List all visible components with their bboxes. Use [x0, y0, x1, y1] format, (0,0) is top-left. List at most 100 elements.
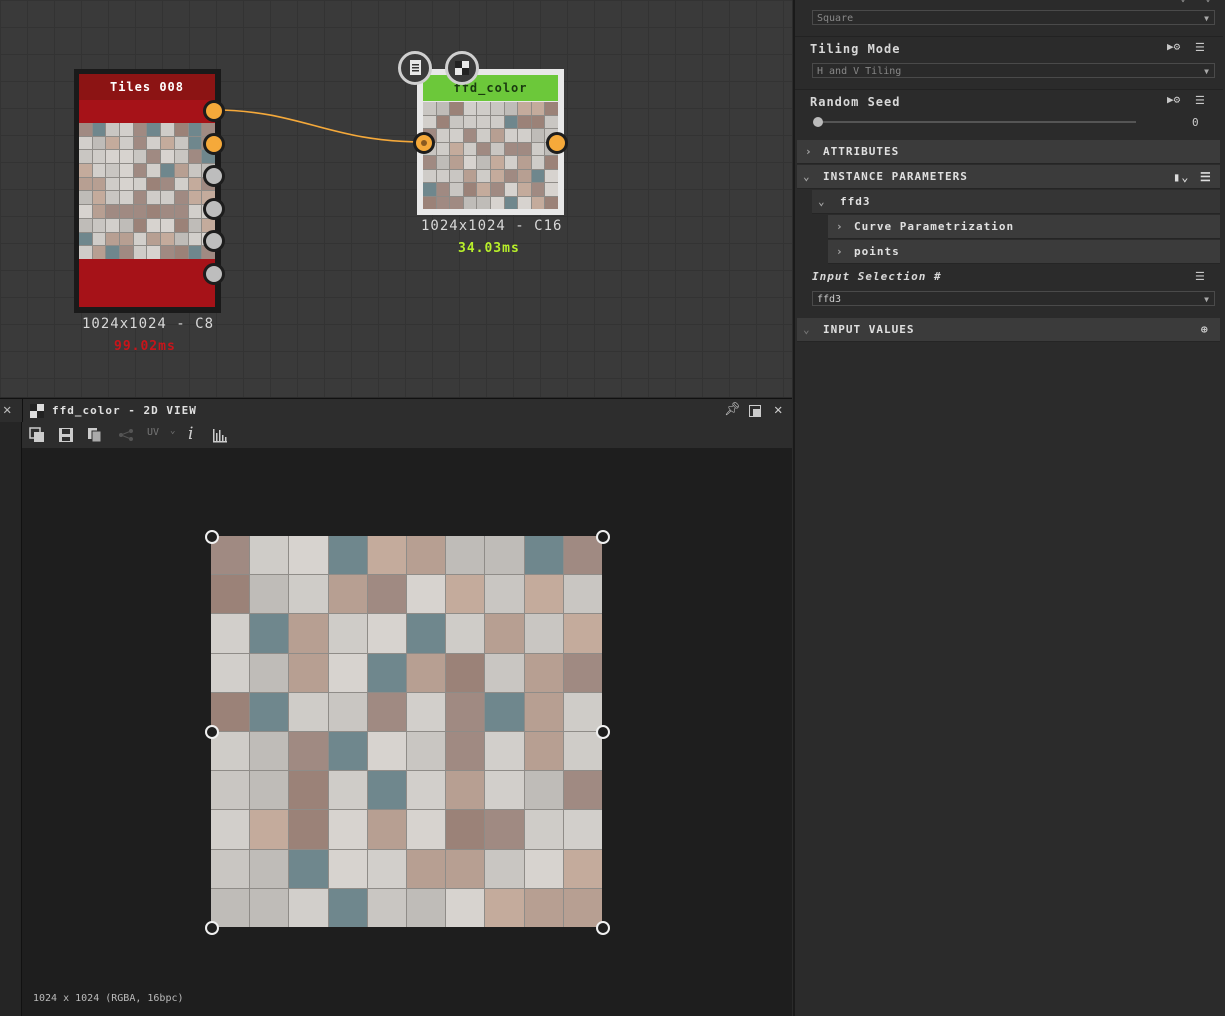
save-icon[interactable]	[58, 427, 74, 443]
tile	[250, 732, 289, 771]
tile	[518, 169, 531, 182]
tile	[518, 115, 531, 128]
document-icon[interactable]	[398, 51, 432, 85]
ffd-input-port[interactable]	[413, 132, 435, 154]
transform-handle-top-left[interactable]	[205, 530, 219, 544]
tile	[436, 142, 450, 155]
tiles-output-port-1[interactable]	[203, 100, 225, 122]
transform-handle-mid-right[interactable]	[596, 725, 610, 739]
ffd-node-time: 34.03ms	[458, 241, 520, 256]
curve-parametrization-group[interactable]: › Curve Parametrization	[828, 215, 1220, 239]
tile	[477, 142, 490, 155]
tile	[133, 246, 147, 259]
tile	[174, 246, 188, 259]
tile	[485, 771, 524, 810]
tile	[174, 191, 188, 205]
tile	[92, 232, 106, 246]
tile	[106, 218, 120, 232]
tile	[289, 732, 328, 771]
add-icon[interactable]: ⊕	[1201, 318, 1209, 342]
tile	[450, 169, 463, 182]
tile	[161, 218, 174, 232]
tile	[477, 129, 490, 142]
checker-icon[interactable]	[445, 51, 479, 85]
tile	[504, 196, 518, 209]
tile	[106, 232, 120, 246]
tile	[446, 732, 485, 771]
dropdown-arrow-icon: ▼	[1204, 14, 1209, 23]
pin-icon[interactable]: 📌︎	[724, 402, 741, 417]
input-values-section[interactable]: ⌄ INPUT VALUES ⊕	[797, 318, 1220, 342]
port-dot	[421, 140, 427, 146]
tile	[92, 191, 106, 205]
tile	[563, 849, 602, 888]
transform-handle-top-right[interactable]	[596, 530, 610, 544]
copy-icon[interactable]	[87, 427, 103, 443]
tile	[531, 115, 545, 128]
transform-handle-mid-left[interactable]	[205, 725, 219, 739]
ffd-node[interactable]: ffd_color	[417, 69, 564, 215]
tile	[491, 102, 504, 115]
tile	[463, 183, 477, 196]
random-seed-slider-handle[interactable]	[813, 117, 823, 127]
ffd3-group[interactable]: ⌄ ffd3	[812, 190, 1220, 214]
texture-preview[interactable]	[211, 536, 602, 927]
input-selection-dropdown[interactable]: ffd3 ▼	[812, 291, 1215, 306]
tiles-output-port-5[interactable]	[203, 230, 225, 252]
menu-icon[interactable]: ☰	[1200, 165, 1212, 189]
preset-icon[interactable]: ▮⌄	[1173, 165, 1189, 189]
close-panel-icon[interactable]: ✕	[3, 402, 11, 418]
chevron-down-icon[interactable]: ⌄	[1180, 0, 1186, 4]
expose-parameter-icon[interactable]: ▶⚙	[1167, 93, 1180, 106]
tile	[504, 129, 518, 142]
transform-handle-bottom-right[interactable]	[596, 921, 610, 935]
tile	[211, 810, 250, 849]
divider	[22, 399, 23, 423]
tile	[367, 810, 406, 849]
node-graph[interactable]: Tiles 008 1024x1024 - C8 99.02ms ffd_col…	[0, 0, 792, 397]
tile	[518, 196, 531, 209]
attributes-section[interactable]: › ATTRIBUTES	[797, 140, 1220, 164]
float-window-icon[interactable]	[749, 405, 761, 417]
tile	[446, 692, 485, 731]
tile	[423, 102, 436, 115]
histogram-icon[interactable]	[212, 427, 228, 443]
tile	[531, 183, 545, 196]
uv-dropdown[interactable]: UV	[147, 427, 159, 438]
menu-icon[interactable]: ☰	[1195, 94, 1205, 107]
expose-parameter-icon[interactable]: ▶⚙	[1167, 40, 1180, 53]
tiles-output-port-2[interactable]	[203, 133, 225, 155]
tiles-output-port-6[interactable]	[203, 263, 225, 285]
random-seed-label: Random Seed	[810, 95, 901, 109]
tiles-output-port-4[interactable]	[203, 198, 225, 220]
tile	[367, 536, 406, 575]
tile	[161, 191, 174, 205]
instance-parameters-section[interactable]: ⌄ INSTANCE PARAMETERS ▮⌄ ☰	[797, 165, 1220, 189]
tile	[161, 136, 174, 150]
tiles-node[interactable]: Tiles 008	[74, 69, 221, 313]
points-group[interactable]: › points	[828, 240, 1220, 264]
tile	[407, 732, 446, 771]
tiles-output-port-3[interactable]	[203, 165, 225, 187]
tile	[328, 849, 367, 888]
info-icon[interactable]: i	[188, 424, 193, 444]
ffd-output-port[interactable]	[546, 132, 568, 154]
tile	[174, 150, 188, 164]
menu-icon[interactable]: ☰	[1195, 41, 1205, 54]
random-seed-slider-track[interactable]	[818, 121, 1136, 123]
tile	[563, 692, 602, 731]
tile	[92, 123, 106, 136]
close-icon[interactable]: ✕	[774, 402, 782, 418]
view-mode-icon[interactable]	[29, 427, 45, 443]
tile	[407, 692, 446, 731]
checker-icon	[30, 404, 44, 418]
top-dropdown[interactable]: Square ▼	[812, 10, 1215, 25]
random-seed-value[interactable]: 0	[1192, 116, 1199, 129]
tile	[423, 169, 436, 182]
chevron-down-icon[interactable]: ⌄	[1205, 0, 1211, 4]
menu-icon[interactable]: ☰	[1195, 270, 1205, 283]
ffd-node-resolution: 1024x1024 - C16	[421, 218, 563, 234]
tiling-mode-dropdown[interactable]: H and V Tiling ▼	[812, 63, 1215, 78]
transform-handle-bottom-left[interactable]	[205, 921, 219, 935]
chevron-down-icon[interactable]: ⌄	[170, 426, 175, 436]
